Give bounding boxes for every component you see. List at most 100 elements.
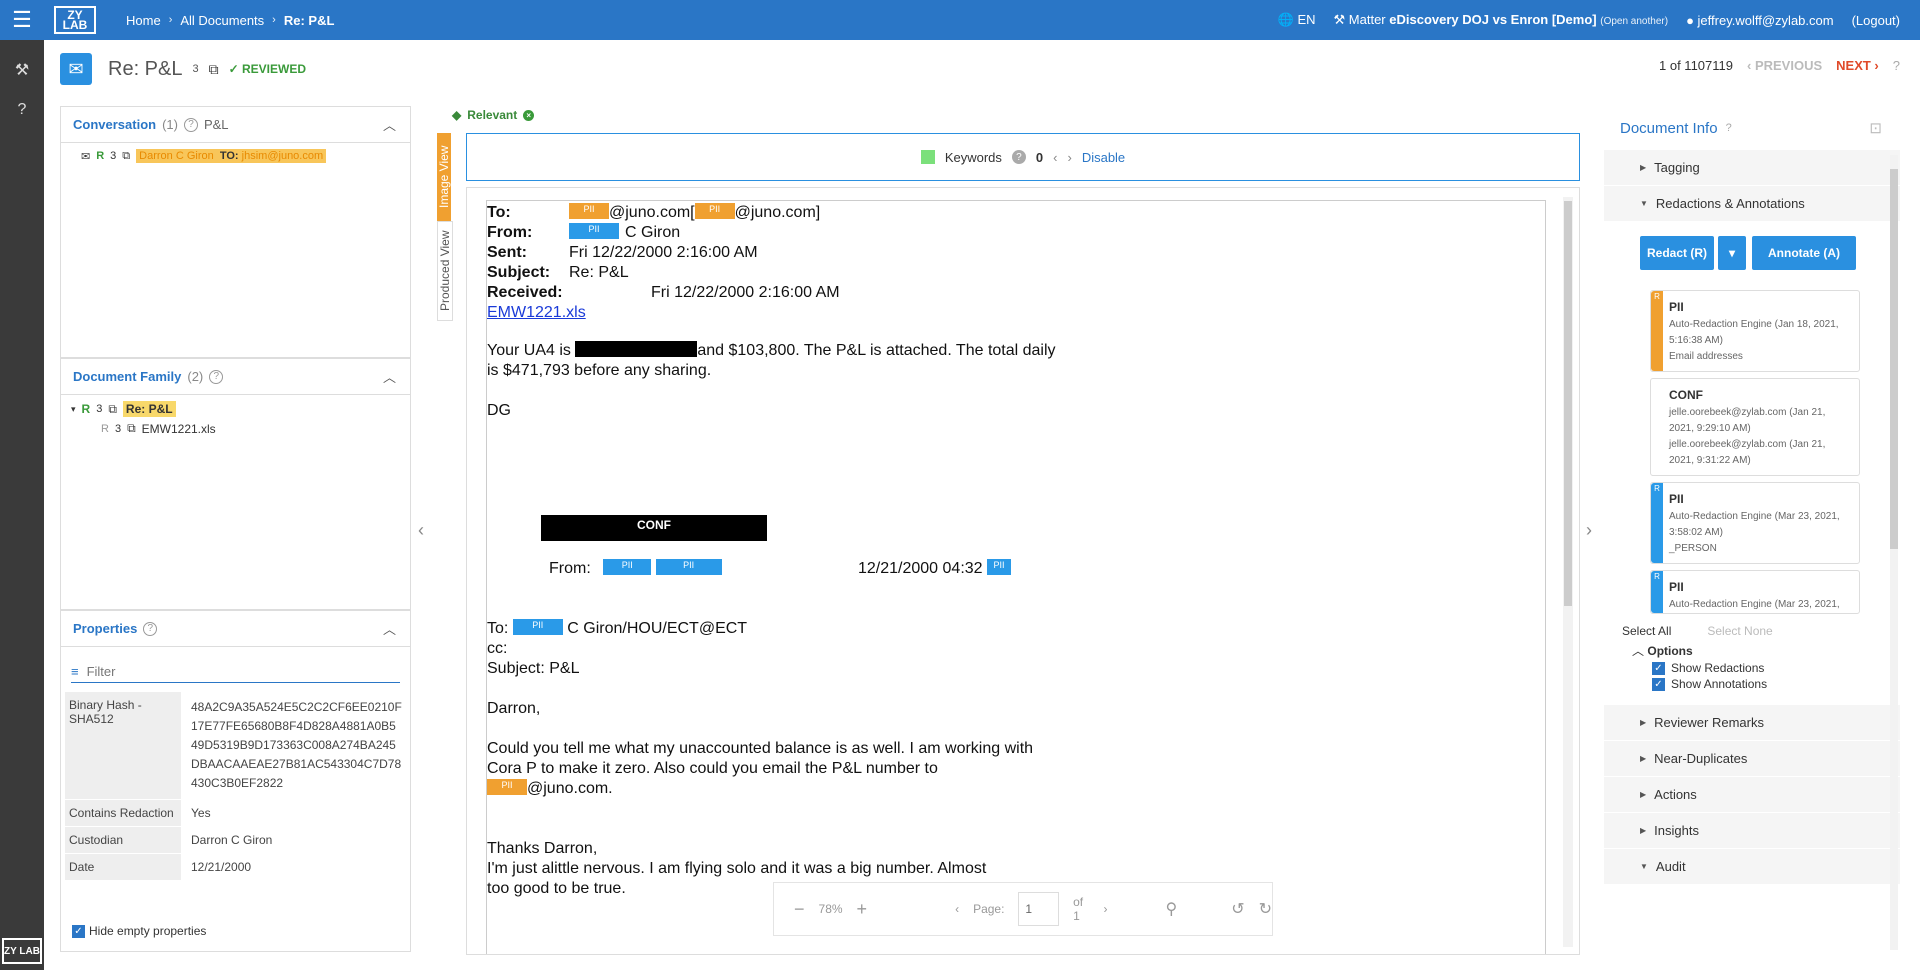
help-icon[interactable]: ? — [1726, 122, 1732, 134]
copy-icon[interactable]: ⧉ — [108, 402, 117, 417]
chevron-up-icon[interactable]: ︿ — [383, 619, 396, 638]
family-header[interactable]: Document Family (2) ? ︿ — [61, 359, 410, 395]
selection-row: Select All Select None — [1604, 614, 1900, 638]
options-toggle[interactable]: ︿ Options — [1604, 638, 1900, 659]
checkbox-label: Show Annotations — [1671, 677, 1768, 691]
redact-button[interactable]: Redact (R) — [1640, 236, 1714, 270]
section-audit[interactable]: ▼ Audit — [1604, 849, 1900, 885]
annotate-button[interactable]: Annotate (A) — [1752, 236, 1856, 270]
status-label: REVIEWED — [242, 62, 307, 76]
section-reviewer-remarks[interactable]: ▶ Reviewer Remarks — [1604, 705, 1900, 741]
conversation-panel: Conversation (1) ? P&L ︿ ✉ R 3 ⧉ Darron … — [60, 106, 411, 358]
expand-icon[interactable]: ⊡ — [1869, 119, 1882, 137]
checkbox-checked-icon[interactable]: ✓ — [72, 924, 85, 938]
right-panel-scrollbar[interactable] — [1890, 155, 1898, 950]
redaction-card[interactable]: R PII Auto-Redaction Engine (Jan 18, 202… — [1650, 290, 1860, 372]
black-redaction[interactable] — [575, 341, 698, 357]
pii-redaction[interactable]: PII — [569, 223, 619, 239]
chevron-left-icon[interactable]: ‹ — [955, 902, 959, 916]
properties-header[interactable]: Properties ? ︿ — [61, 611, 410, 647]
user-menu[interactable]: ● jeffrey.wolff@zylab.com — [1686, 13, 1834, 28]
matter-name: eDiscovery DOJ vs Enron [Demo] — [1389, 12, 1597, 27]
card-line: jelle.oorebeek@zylab.com (Jan 21, 2021, … — [1669, 407, 1826, 434]
chevron-up-icon: ︿ — [1632, 644, 1645, 658]
chevron-up-icon[interactable]: ︿ — [383, 115, 396, 134]
chevron-right-icon[interactable]: › — [1067, 150, 1071, 165]
checkbox-checked-icon[interactable]: ✓ — [1652, 661, 1665, 675]
conversation-item[interactable]: ✉ R 3 ⧉ Darron C Giron TO: jhsim@juno.co… — [61, 143, 410, 163]
copy-icon[interactable]: ⧉ — [209, 61, 219, 78]
redact-dropdown-button[interactable]: ▾ — [1718, 236, 1746, 270]
language-selector[interactable]: 🌐 EN — [1278, 12, 1316, 28]
zoom-in-icon[interactable]: + — [857, 899, 868, 920]
pii-redaction[interactable]: PII — [603, 559, 652, 575]
pii-redaction[interactable]: PII — [655, 559, 722, 575]
card-line: Auto-Redaction Engine (Mar 23, 2021, — [1669, 599, 1840, 610]
conf-annotation[interactable]: CONF — [541, 515, 767, 541]
hide-empty-checkbox[interactable]: ✓ Hide empty properties — [72, 924, 206, 938]
help-icon[interactable]: ? — [183, 117, 198, 132]
collapse-right-icon[interactable]: › — [1586, 520, 1592, 541]
scrollbar-thumb[interactable] — [1890, 169, 1898, 549]
remove-tag-icon[interactable]: × — [523, 109, 535, 121]
relevant-tag[interactable]: ◆ Relevant × — [452, 108, 535, 122]
redaction-card[interactable]: R PII Auto-Redaction Engine (Mar 23, 202… — [1650, 482, 1860, 564]
rotate-left-icon[interactable]: ↺ — [1231, 899, 1244, 919]
help-icon[interactable]: ? — [1893, 58, 1900, 73]
tab-produced-view[interactable]: Produced View — [437, 221, 453, 321]
hammer-icon[interactable]: ⚒ — [0, 50, 44, 90]
viewer-scrollbar[interactable] — [1563, 197, 1573, 947]
disable-keywords-link[interactable]: Disable — [1082, 150, 1125, 165]
conversation-header[interactable]: Conversation (1) ? P&L ︿ — [61, 107, 410, 143]
menu-icon[interactable]: ☰ — [0, 0, 44, 40]
filter-field[interactable]: ≡ Filter — [71, 661, 400, 683]
attachment-link[interactable]: EMW1221.xls — [487, 303, 586, 323]
next-button[interactable]: NEXT › — [1836, 58, 1879, 73]
pii-redaction[interactable]: PII — [987, 559, 1012, 575]
matter-selector[interactable]: ⚒ Matter eDiscovery DOJ vs Enron [Demo] … — [1334, 12, 1669, 28]
annotation-card[interactable]: CONF jelle.oorebeek@zylab.com (Jan 21, 2… — [1650, 378, 1860, 476]
checkbox-checked-icon[interactable]: ✓ — [1652, 677, 1665, 691]
section-insights[interactable]: ▶ Insights — [1604, 813, 1900, 849]
select-all-link[interactable]: Select All — [1622, 624, 1671, 638]
select-none-link[interactable]: Select None — [1707, 624, 1772, 638]
family-item[interactable]: R 3 ⧉ EMW1221.xls — [61, 417, 410, 436]
breadcrumb-home[interactable]: Home — [126, 13, 161, 28]
section-actions[interactable]: ▶ Actions — [1604, 777, 1900, 813]
collapse-left-icon[interactable]: ‹ — [418, 520, 424, 541]
zoom-out-icon[interactable]: − — [794, 899, 805, 920]
show-annotations-checkbox[interactable]: ✓ Show Annotations — [1604, 675, 1900, 691]
copy-icon[interactable]: ⧉ — [127, 421, 136, 436]
pii-redaction[interactable]: PII — [487, 779, 527, 795]
chevron-left-icon[interactable]: ‹ — [1053, 150, 1057, 165]
caret-down-icon[interactable]: ▾ — [71, 404, 76, 415]
section-tagging[interactable]: ▶ Tagging — [1604, 150, 1900, 186]
properties-title: Properties — [73, 621, 138, 636]
help-icon[interactable]: ? — [0, 90, 44, 130]
logout-link[interactable]: (Logout) — [1852, 13, 1900, 28]
help-icon[interactable]: ? — [143, 621, 158, 636]
pii-redaction[interactable]: PII — [512, 619, 563, 635]
rotate-right-icon[interactable]: ↻ — [1259, 899, 1272, 919]
chevron-up-icon[interactable]: ︿ — [383, 367, 396, 386]
help-icon[interactable]: ? — [1011, 150, 1026, 164]
section-near-duplicates[interactable]: ▶ Near-Duplicates — [1604, 741, 1900, 777]
search-icon[interactable]: ⚲ — [1165, 899, 1177, 919]
help-icon[interactable]: ? — [209, 369, 224, 384]
pii-redaction[interactable]: PII — [694, 203, 735, 219]
section-redactions[interactable]: ▼ Redactions & Annotations — [1604, 186, 1900, 222]
show-redactions-checkbox[interactable]: ✓ Show Redactions — [1604, 659, 1900, 675]
chevron-right-icon[interactable]: › — [1103, 902, 1107, 916]
pii-redaction[interactable]: PII — [569, 203, 609, 219]
previous-button[interactable]: ‹ PREVIOUS — [1747, 58, 1822, 73]
scrollbar-thumb[interactable] — [1564, 201, 1572, 606]
copy-icon[interactable]: ⧉ — [122, 150, 130, 163]
breadcrumb-all-documents[interactable]: All Documents — [180, 13, 264, 28]
page-input[interactable]: 1 — [1018, 892, 1060, 926]
zylab-logo[interactable]: ZY LAB — [54, 6, 96, 34]
sent-label: Sent: — [487, 244, 527, 261]
tab-image-view[interactable]: Image View — [437, 133, 451, 221]
redaction-card[interactable]: R PII Auto-Redaction Engine (Mar 23, 202… — [1650, 570, 1860, 614]
open-another-link[interactable]: (Open another) — [1600, 16, 1668, 27]
family-item[interactable]: ▾ R 3 ⧉ Re: P&L — [61, 395, 410, 417]
